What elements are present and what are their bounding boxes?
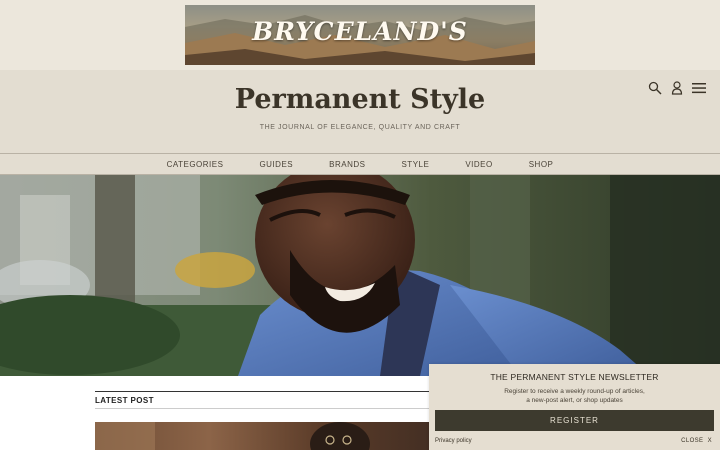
nav-item-video[interactable]: VIDEO (465, 160, 492, 169)
newsletter-popup: THE PERMANENT STYLE NEWSLETTER Register … (429, 364, 720, 450)
user-icon[interactable] (671, 80, 683, 100)
site-tagline: THE JOURNAL OF ELEGANCE, QUALITY AND CRA… (259, 124, 461, 131)
newsletter-desc-line2: a new-post alert, or shop updates (526, 397, 623, 404)
search-icon[interactable] (648, 81, 662, 100)
site-title[interactable]: Permanent Style (0, 84, 720, 115)
site-header: Permanent Style THE JOURNAL OF ELEGANCE,… (0, 70, 720, 153)
ad-band: BRYCELAND'S (0, 0, 720, 70)
header-icons (648, 80, 706, 100)
privacy-policy-link[interactable]: Privacy policy (435, 438, 472, 444)
nav-item-categories[interactable]: CATEGORIES (167, 160, 224, 169)
close-label: CLOSE (681, 438, 704, 444)
close-icon: X (707, 438, 712, 444)
latest-rule-bottom (95, 408, 435, 409)
latest-post-photo (95, 422, 370, 450)
nav-item-guides[interactable]: GUIDES (259, 160, 293, 169)
nav-item-shop[interactable]: SHOP (529, 160, 554, 169)
latest-post-thumbnail[interactable] (95, 422, 475, 450)
latest-rule (95, 391, 435, 392)
main-nav: CATEGORIES GUIDES BRANDS STYLE VIDEO SHO… (0, 153, 720, 175)
close-button[interactable]: CLOSE X (681, 438, 712, 444)
hero-image[interactable] (0, 175, 720, 376)
nav-item-style[interactable]: STYLE (401, 160, 429, 169)
bryceland-logo: BRYCELAND'S (252, 17, 468, 46)
menu-icon[interactable] (692, 81, 706, 99)
latest-post-heading: LATEST POST (95, 396, 154, 405)
nav-item-brands[interactable]: BRANDS (329, 160, 365, 169)
hero-photo (0, 175, 720, 376)
register-button[interactable]: REGISTER (435, 410, 714, 431)
ad-banner[interactable]: BRYCELAND'S (185, 5, 535, 65)
newsletter-desc-line1: Register to receive a weekly round-up of… (504, 388, 645, 395)
newsletter-description: Register to receive a weekly round-up of… (489, 387, 660, 405)
newsletter-title: THE PERMANENT STYLE NEWSLETTER (490, 372, 659, 382)
